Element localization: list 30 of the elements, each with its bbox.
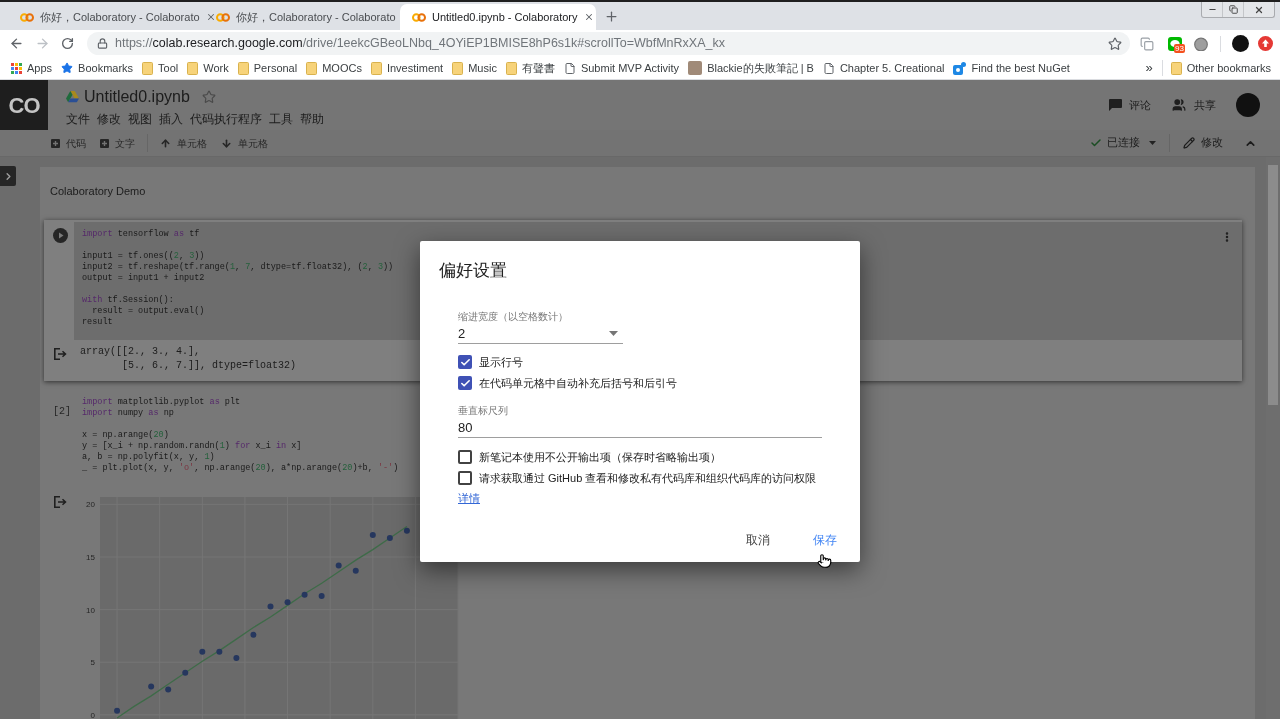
- field-label: 垂直标尺列: [458, 405, 508, 417]
- app-logo: CO: [0, 80, 48, 130]
- checkbox-label: 显示行号: [479, 355, 523, 369]
- y-tick-label: 10: [86, 605, 95, 615]
- dialog-title: 偏好设置: [439, 260, 507, 282]
- cell-output: array([[2., 3., 4.], [5., 6., 7.]], dtype=float32): [80, 345, 297, 373]
- code-line: y = [x_i + np.random.randn(1) for x_i in x]: [82, 441, 302, 452]
- code-line: result = output.eval(): [91, 306, 205, 317]
- execution-count: [2]: [53, 406, 71, 417]
- code-line: output = input1 + input2: [82, 273, 205, 284]
- code-line: x = np.arange(20): [82, 430, 169, 441]
- code-line: with tf.Session():: [82, 295, 174, 306]
- y-tick-label: 5: [90, 658, 95, 668]
- code-line: _ = plt.plot(x, y, 'o', np.arange(20), a*np.arange(20)+b, '-'): [82, 463, 399, 474]
- checkbox-label: 新笔记本使用不公开输出项（保存时省略输出项）: [479, 450, 721, 464]
- code-line: input1 = tf.ones((2, 3)): [82, 251, 205, 262]
- code-line: import numpy as np: [82, 408, 174, 419]
- code-line: result: [82, 317, 113, 328]
- y-tick-label: 20: [86, 500, 95, 510]
- field-label: 缩进宽度（以空格数计）: [458, 311, 568, 323]
- text-cell-content: Colaboratory Demo: [50, 184, 146, 198]
- code-line: import tensorflow as tf: [82, 229, 200, 240]
- notification-badge: 93: [1174, 43, 1185, 53]
- y-tick-label: 15: [86, 553, 95, 562]
- code-line: import matplotlib.pyplot as plt: [82, 397, 241, 408]
- code-line: input2 = tf.reshape(tf.range(1, 7, dtype=tf.float32), (2, 3)): [82, 262, 394, 273]
- code-line: a, b = np.polyfit(x, y, 1): [82, 452, 215, 463]
- checkbox-label: 请求获取通过 GitHub 查看和修改私有代码库和组织代码库的访问权限: [479, 471, 817, 485]
- url-text: https://colab.research.google.com/drive/1eekcGBeoLNbq_4OYiEP1BMISE8hP6s1k#scrollTo=WbfMnRxXA_kx: [115, 35, 725, 53]
- checkbox-label: 在代码单元格中自动补充后括号和后引号: [479, 376, 677, 390]
